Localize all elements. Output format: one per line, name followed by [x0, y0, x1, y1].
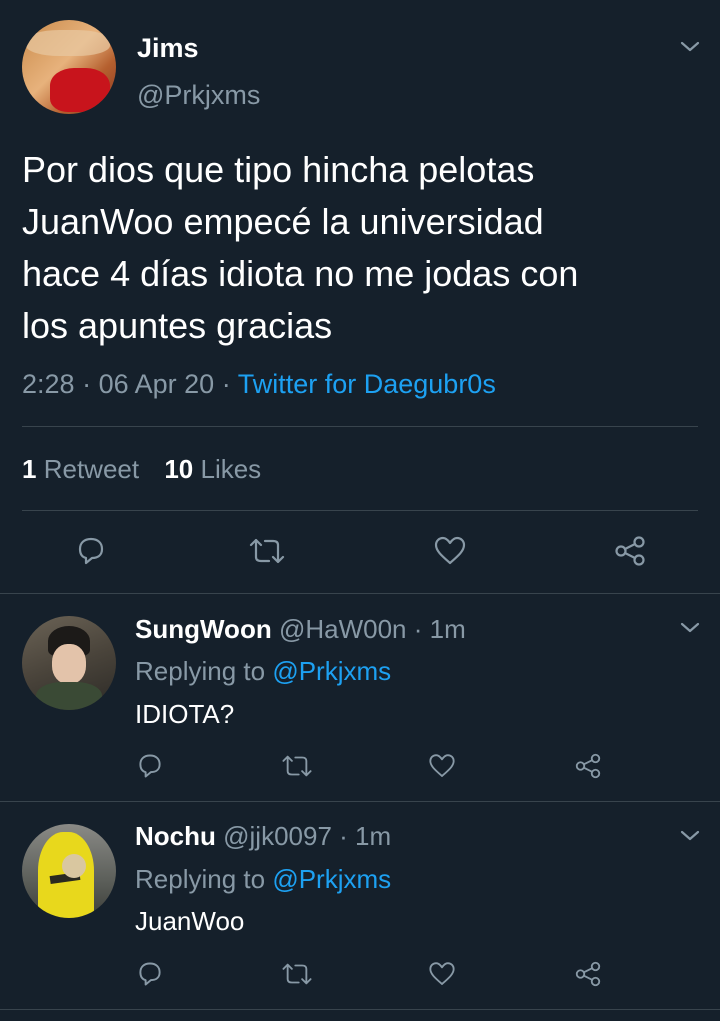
reply-text: IDIOTA?	[135, 699, 235, 729]
replying-to-label: Replying to	[135, 656, 266, 686]
retweet-icon[interactable]	[280, 752, 314, 780]
tweet-text-line: JuanWoo empecé la universidad	[22, 201, 544, 242]
replying-to: Replying to @Prkjxms	[135, 656, 391, 687]
share-icon[interactable]	[573, 752, 603, 780]
divider	[22, 510, 698, 511]
divider	[0, 1009, 720, 1010]
reply-time: · 1m	[339, 821, 392, 851]
tweet-text-line: hace 4 días idiota no me jodas con	[22, 253, 579, 294]
chevron-down-icon[interactable]	[678, 825, 702, 845]
replying-to: Replying to @Prkjxms	[135, 864, 391, 895]
reply-avatar[interactable]	[22, 616, 116, 710]
reply-avatar[interactable]	[22, 824, 116, 918]
retweets-stat[interactable]: 1 Retweet	[22, 454, 146, 484]
reply-header: SungWoon @HaW00n · 1m	[135, 614, 466, 645]
divider	[22, 426, 698, 427]
retweets-count: 1	[22, 454, 37, 484]
replying-to-handle[interactable]: @Prkjxms	[272, 864, 391, 894]
tweet-time: 2:28	[22, 369, 75, 399]
main-tweet-author-handle[interactable]: @Prkjxms	[137, 80, 260, 111]
like-icon[interactable]	[427, 960, 457, 988]
share-icon[interactable]	[573, 960, 603, 988]
reply-icon[interactable]	[74, 535, 108, 567]
likes-count: 10	[164, 454, 194, 484]
tweet-stats: 1 Retweet 10 Likes	[22, 454, 261, 485]
reply-text: JuanWoo	[135, 906, 245, 936]
reply-icon[interactable]	[135, 752, 165, 780]
divider	[0, 801, 720, 802]
main-tweet-avatar[interactable]	[22, 20, 116, 114]
tweet-text-line: los apuntes gracias	[22, 305, 333, 346]
like-icon[interactable]	[432, 535, 468, 567]
like-icon[interactable]	[427, 752, 457, 780]
replying-to-handle[interactable]: @Prkjxms	[272, 656, 391, 686]
meta-separator: ·	[82, 369, 92, 399]
tweet-text-line: Por dios que tipo hincha pelotas	[22, 149, 535, 190]
tweet-meta: 2:28 · 06 Apr 20 · Twitter for Daegubr0s	[22, 369, 496, 400]
share-icon[interactable]	[612, 535, 648, 567]
likes-stat[interactable]: 10 Likes	[164, 454, 261, 484]
divider	[0, 593, 720, 594]
tweet-date: 06 Apr 20	[98, 369, 215, 399]
reply-author-handle[interactable]: @HaW00n	[279, 614, 407, 644]
chevron-down-icon[interactable]	[678, 36, 702, 56]
retweets-label: Retweet	[43, 454, 140, 484]
reply-author-name[interactable]: SungWoon	[135, 614, 272, 644]
replying-to-label: Replying to	[135, 864, 266, 894]
main-tweet-author-name[interactable]: Jims	[137, 33, 199, 64]
retweet-icon[interactable]	[247, 535, 287, 567]
tweet-source-link[interactable]: Twitter for Daegubr0s	[238, 369, 496, 399]
reply-author-name[interactable]: Nochu	[135, 821, 216, 851]
retweet-icon[interactable]	[280, 960, 314, 988]
reply-author-handle[interactable]: @jjk0097	[223, 821, 332, 851]
main-tweet-text: Por dios que tipo hincha pelotas JuanWoo…	[22, 144, 578, 352]
reply-header: Nochu @jjk0097 · 1m	[135, 821, 391, 852]
meta-separator: ·	[221, 369, 231, 399]
reply-time: · 1m	[413, 614, 466, 644]
likes-label: Likes	[200, 454, 262, 484]
chevron-down-icon[interactable]	[678, 617, 702, 637]
reply-icon[interactable]	[135, 960, 165, 988]
